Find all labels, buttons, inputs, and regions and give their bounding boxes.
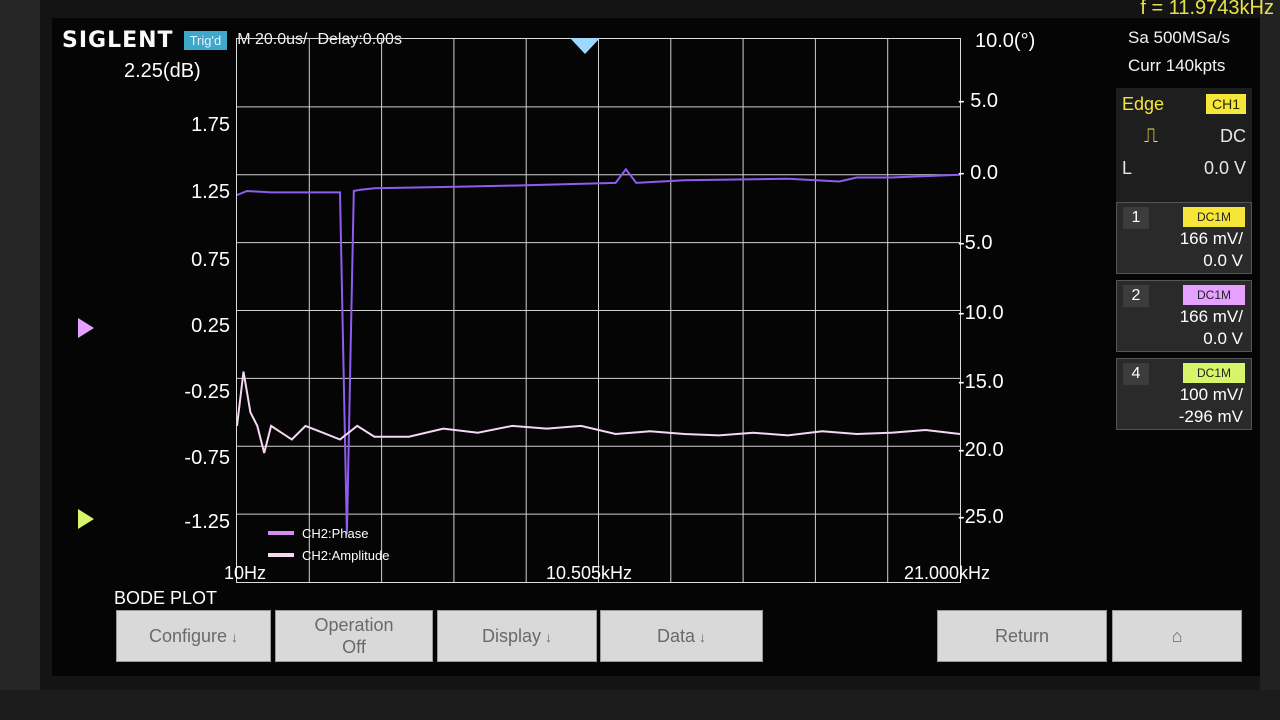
trigger-panel[interactable]: Edge CH1 ⎍ DC L 0.0 V [1116, 88, 1252, 210]
trigger-status-badge: Trig'd [183, 30, 228, 50]
channel-coupling-tag: DC1M [1183, 285, 1245, 305]
softkey-label: Configure [148, 625, 228, 646]
trigger-source-badge: CH1 [1205, 94, 1246, 114]
softkey-label: Display [481, 625, 542, 646]
trigger-level-value: 0.0 V [1203, 157, 1246, 178]
right-tick-label: - 0.0 [958, 162, 999, 184]
data-softkey[interactable]: Data ↓ [600, 610, 763, 662]
channel-1-box[interactable]: 1 DC1M 166 mV/ 0.0 V [1116, 202, 1252, 274]
channel-offset: 0.0 V [1203, 329, 1243, 348]
trigger-type-label: Edge [1122, 93, 1165, 114]
left-tick-label: 0.75 [191, 249, 230, 271]
operation-softkey[interactable]: Operation Off [275, 610, 433, 662]
softkey-label-row: Display ↓ [482, 625, 552, 648]
channel-coupling-tag: DC1M [1183, 363, 1245, 383]
legend-label: CH2:Phase [302, 525, 369, 541]
right-tick-label: -25.0 [958, 506, 1004, 528]
channel-coupling-tag: DC1M [1183, 207, 1245, 227]
rising-edge-icon: ⎍ [1144, 124, 1158, 147]
bode-plot-area [236, 38, 961, 583]
legend-item-amplitude: CH2:Amplitude [268, 544, 389, 566]
memory-depth-readout: Curr 140kpts [1128, 56, 1226, 75]
device-bezel-left [0, 0, 40, 720]
plot-legend: CH2:Phase CH2:Amplitude [268, 522, 389, 566]
x-center-label: 10.505kHz [546, 563, 633, 583]
softkey-sublabel: Off [342, 637, 366, 657]
page-icon: ⌂ [1171, 626, 1183, 646]
trigger-level-row: L 0.0 V [1116, 152, 1252, 184]
x-end-label: 21.000kHz [904, 563, 991, 583]
left-tick-label: -0.75 [184, 447, 230, 469]
channel-offset: -296 mV [1178, 407, 1243, 426]
right-tick-label: -5.0 [958, 232, 993, 254]
channel-scale: 166 mV/ [1179, 229, 1243, 248]
channel-scale: 100 mV/ [1179, 385, 1243, 404]
trigger-slope-row: ⎍ DC [1116, 120, 1252, 152]
display-softkey[interactable]: Display ↓ [437, 610, 597, 662]
frequency-readout: f = 11.9743kHz [1140, 0, 1274, 19]
configure-softkey[interactable]: Configure ↓ [116, 610, 271, 662]
softkey-label-row: Data ↓ [657, 625, 706, 648]
softkey-label: Return [994, 626, 1050, 646]
right-tick-label: -20.0 [958, 439, 1004, 461]
legend-item-phase: CH2:Phase [268, 522, 389, 544]
page-softkey[interactable]: ⌂ [1112, 610, 1242, 662]
right-tick-label: - 5.0 [958, 90, 999, 112]
legend-swatch [268, 553, 294, 557]
left-tick-label: 0.25 [191, 315, 230, 337]
ch2-level-marker[interactable] [78, 318, 94, 338]
left-tick-label: 1.25 [191, 181, 230, 203]
sample-rate-readout: Sa 500MSa/s [1128, 28, 1231, 47]
legend-swatch [268, 531, 294, 535]
channel-4-box[interactable]: 4 DC1M 100 mV/ -296 mV [1116, 358, 1252, 430]
return-softkey[interactable]: Return [937, 610, 1107, 662]
left-axis-title: 2.25(dB) [124, 60, 201, 82]
right-axis-title: 10.0(°) [975, 30, 1036, 52]
channel-number: 1 [1123, 207, 1149, 229]
device-bezel-right [1260, 0, 1280, 720]
softkey-label-row: Configure ↓ [149, 625, 238, 648]
trigger-coupling: DC [1220, 125, 1246, 146]
trigger-level-prefix: L [1122, 157, 1133, 178]
siglent-logo: SIGLENT [62, 27, 174, 53]
channel-offset: 0.0 V [1203, 251, 1243, 270]
trigger-type-row: Edge CH1 [1116, 88, 1252, 120]
device-bezel-bottom [0, 690, 1280, 720]
legend-label: CH2:Amplitude [302, 547, 390, 563]
chevron-down-icon: ↓ [699, 628, 707, 645]
menu-title: BODE PLOT [114, 588, 218, 608]
ch4-level-marker[interactable] [78, 509, 94, 529]
softkey-label: Data [656, 625, 696, 646]
left-tick-label: 1.75 [191, 114, 230, 136]
right-tick-label: -15.0 [958, 371, 1004, 393]
chevron-down-icon: ↓ [231, 628, 239, 645]
channel-number: 2 [1123, 285, 1149, 307]
x-start-label: 10Hz [224, 563, 267, 583]
channel-2-box[interactable]: 2 DC1M 166 mV/ 0.0 V [1116, 280, 1252, 352]
channel-scale: 166 mV/ [1179, 307, 1243, 326]
left-tick-label: -1.25 [184, 511, 230, 533]
bode-plot-svg [237, 39, 960, 582]
right-tick-label: -10.0 [958, 302, 1004, 324]
trigger-position-marker[interactable] [570, 38, 600, 54]
left-tick-label: -0.25 [184, 381, 230, 403]
channel-number: 4 [1123, 363, 1149, 385]
chevron-down-icon: ↓ [545, 628, 553, 645]
softkey-label: Operation [314, 615, 394, 635]
status-sidebar: Sa 500MSa/s Curr 140kpts Edge CH1 ⎍ DC L… [1116, 28, 1252, 430]
